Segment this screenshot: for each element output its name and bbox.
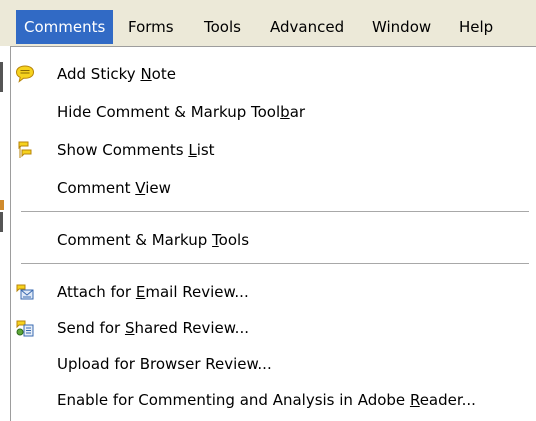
menu-item-label: Hide Comment & Markup Toolbar [57,103,306,121]
menu-item-label: Comment View [57,179,171,197]
shared-review-icon [15,318,35,338]
menu-item-comment-view[interactable]: Comment View [11,171,536,205]
menu-item-hide-comment-markup-toolbar[interactable]: Hide Comment & Markup Toolbar [11,95,536,129]
menu-window[interactable]: Window [364,10,439,44]
menu-item-show-comments-list[interactable]: Show Comments List [11,133,536,167]
background-window-fragment [0,200,4,210]
menu-item-label: Comment & Markup Tools [57,231,250,249]
menu-separator [21,211,529,213]
menu-bar: Comments Forms Tools Advanced Window Hel… [0,0,536,46]
background-window-fragment [0,62,3,92]
menu-item-enable-commenting-adobe-reader[interactable]: Enable for Commenting and Analysis in Ad… [11,383,536,417]
menu-separator [21,263,529,265]
menu-item-label: Show Comments List [57,141,215,159]
menu-comments[interactable]: Comments [16,10,114,44]
menu-forms[interactable]: Forms [120,10,182,44]
menu-item-send-for-shared-review[interactable]: Send for Shared Review... [11,311,536,345]
menu-item-label: Upload for Browser Review... [57,355,272,373]
menu-tools[interactable]: Tools [196,10,249,44]
menu-item-upload-for-browser-review[interactable]: Upload for Browser Review... [11,347,536,381]
menu-item-label: Enable for Commenting and Analysis in Ad… [57,391,476,409]
menu-item-comment-markup-tools[interactable]: Comment & Markup Tools [11,223,536,257]
email-review-icon [15,282,35,302]
background-window-edge [0,46,10,420]
menu-help[interactable]: Help [451,10,501,44]
menu-item-label: Send for Shared Review... [57,319,249,337]
menu-item-label: Attach for Email Review... [57,283,249,301]
comments-dropdown-menu: Add Sticky Note Hide Comment & Markup To… [10,46,536,421]
menu-item-label: Add Sticky Note [57,65,176,83]
menu-item-add-sticky-note[interactable]: Add Sticky Note [11,57,536,91]
comments-list-icon [15,140,35,160]
menu-advanced[interactable]: Advanced [262,10,352,44]
background-window-fragment [0,212,3,232]
sticky-note-icon [15,64,35,84]
menu-item-attach-for-email-review[interactable]: Attach for Email Review... [11,275,536,309]
